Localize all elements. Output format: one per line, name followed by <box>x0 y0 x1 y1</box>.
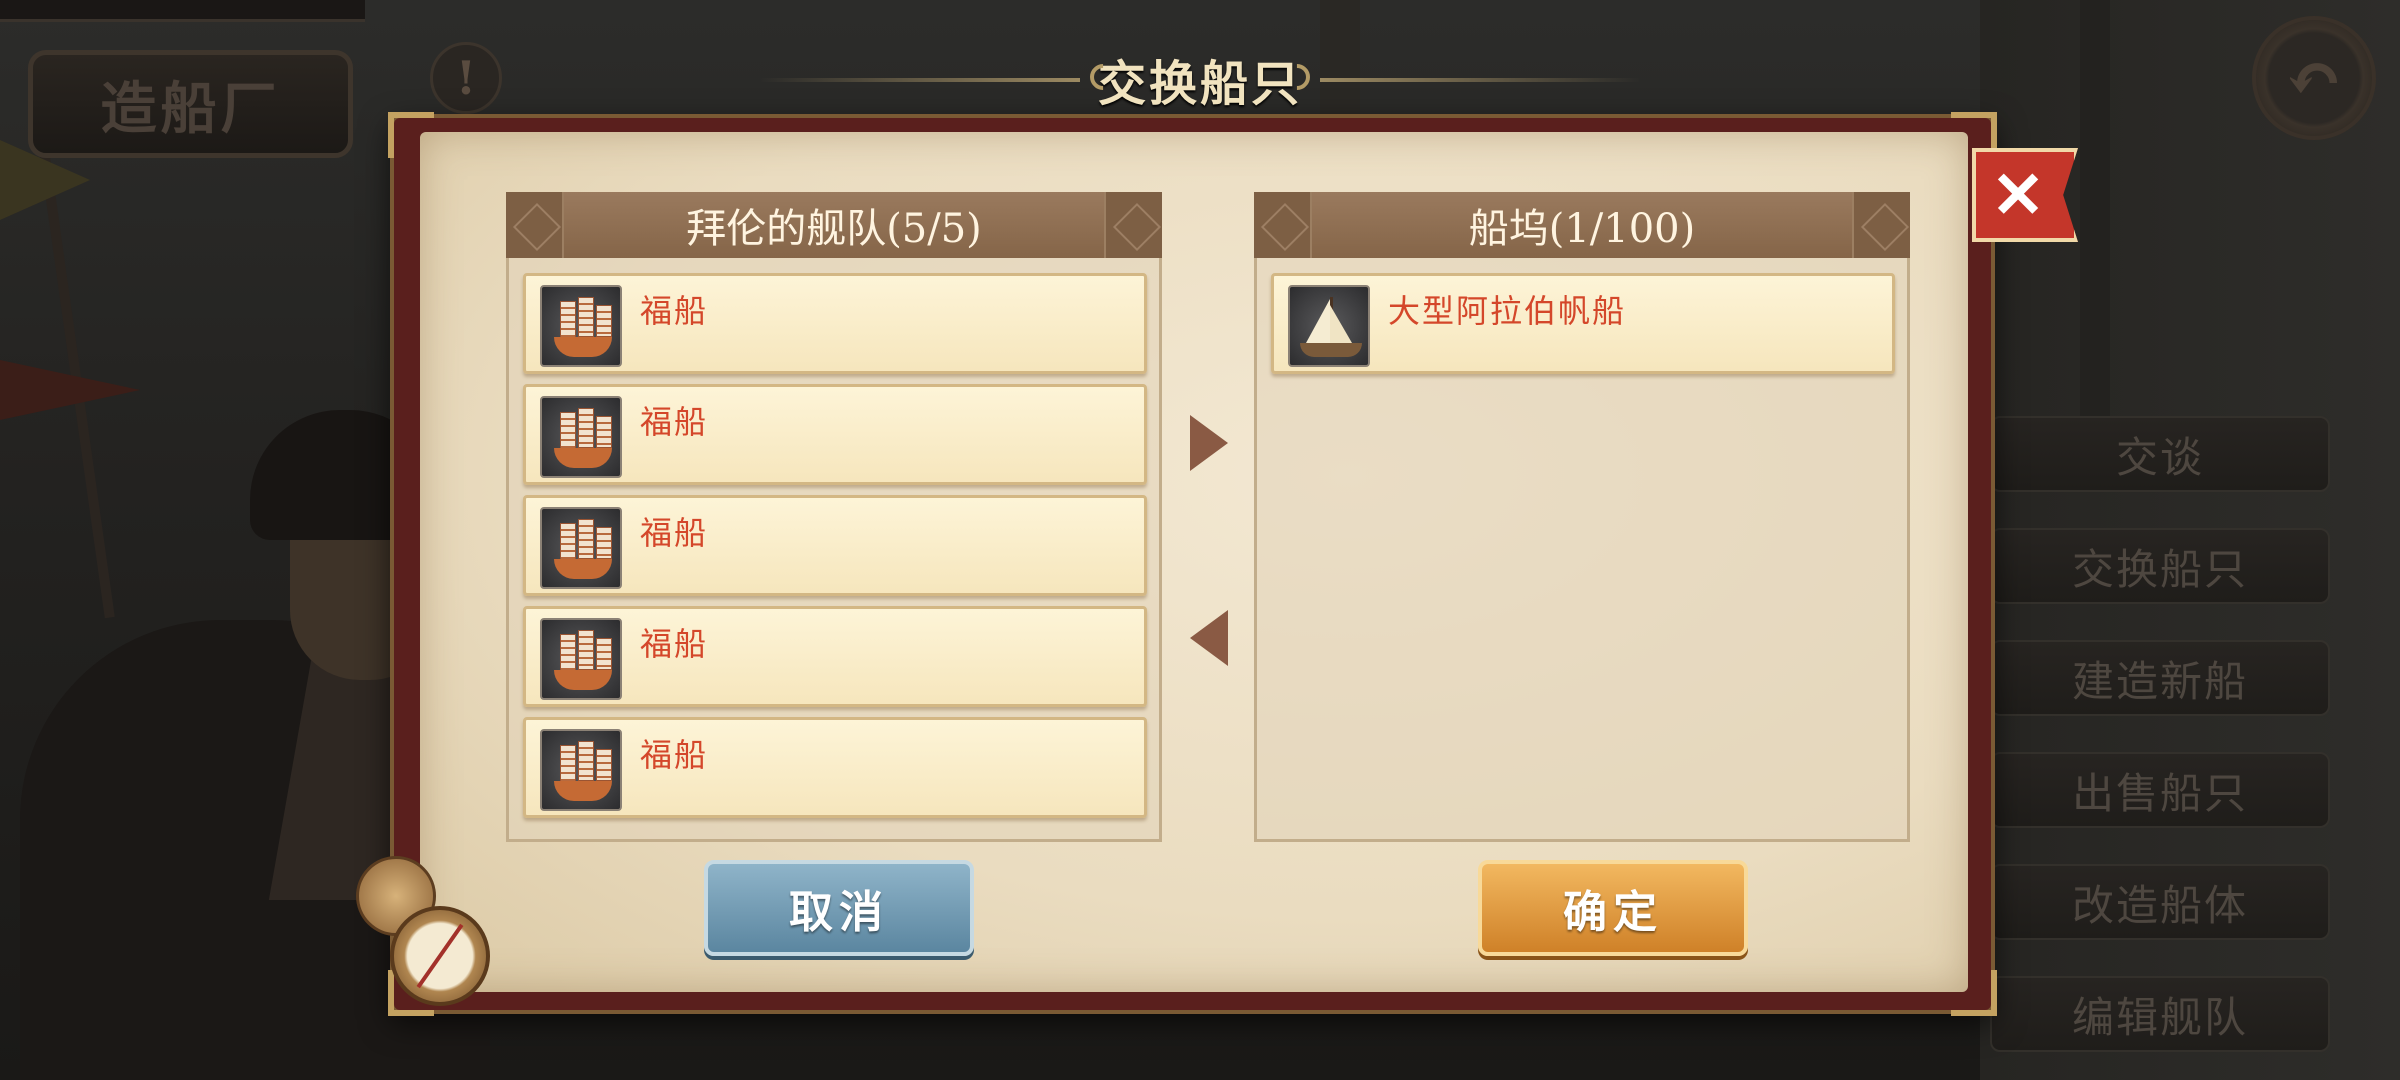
menu-refit-hull-button[interactable]: 改造船体 <box>1990 864 2330 940</box>
ship-name: 大型阿拉伯帆船 <box>1388 292 1627 330</box>
fleet-panel: 拜伦的舰队(5/5) 福船 福船 福船 福船 福船 <box>506 192 1162 842</box>
junk-ship-icon <box>540 285 622 367</box>
header-ornament <box>506 192 564 258</box>
fleet-panel-header: 拜伦的舰队(5/5) <box>506 192 1162 258</box>
cancel-button[interactable]: 取消 <box>704 860 974 956</box>
move-to-dock-arrow-icon[interactable] <box>1190 415 1228 471</box>
menu-talk-button[interactable]: 交谈 <box>1990 416 2330 492</box>
fleet-ship-row[interactable]: 福船 <box>523 273 1147 374</box>
dock-panel-title: 船坞(1/100) <box>1468 206 1696 252</box>
dock-panel: 船坞(1/100) 大型阿拉伯帆船 <box>1254 192 1910 842</box>
ship-name: 福船 <box>640 514 709 552</box>
menu-build-ship-button[interactable]: 建造新船 <box>1990 640 2330 716</box>
dock-ship-row[interactable]: 大型阿拉伯帆船 <box>1271 273 1895 374</box>
dialog-title-bar: 交换船只 <box>760 44 1640 114</box>
ship-name: 福船 <box>640 736 709 774</box>
ship-name: 福船 <box>640 292 709 330</box>
junk-ship-icon <box>540 729 622 811</box>
confirm-button[interactable]: 确定 <box>1478 860 1748 956</box>
menu-edit-fleet-button[interactable]: 编辑舰队 <box>1990 976 2330 1052</box>
menu-exchange-ships-button[interactable]: 交换船只 <box>1990 528 2330 604</box>
ship-name: 福船 <box>640 625 709 663</box>
title-ornament <box>1320 78 1640 82</box>
fleet-ship-row[interactable]: 福船 <box>523 495 1147 596</box>
header-ornament <box>1852 192 1910 258</box>
fleet-panel-title: 拜伦的舰队(5/5) <box>686 206 982 252</box>
alert-icon[interactable]: ! <box>430 42 502 114</box>
dock-panel-header: 船坞(1/100) <box>1254 192 1910 258</box>
dhow-ship-icon <box>1288 285 1370 367</box>
compass-icon <box>356 856 506 1006</box>
sign-hanger <box>0 0 365 22</box>
ship-name: 福船 <box>640 403 709 441</box>
fleet-ship-row[interactable]: 福船 <box>523 717 1147 818</box>
menu-sell-ship-button[interactable]: 出售船只 <box>1990 752 2330 828</box>
shipyard-sign: 造船厂 <box>28 50 353 158</box>
background-beam <box>2080 0 2110 420</box>
header-ornament <box>1254 192 1312 258</box>
fleet-ship-row[interactable]: 福船 <box>523 606 1147 707</box>
dialog-title: 交换船只 <box>1097 56 1302 112</box>
header-ornament <box>1104 192 1162 258</box>
junk-ship-icon <box>540 618 622 700</box>
move-to-fleet-arrow-icon[interactable] <box>1190 610 1228 666</box>
background-flag <box>0 360 140 420</box>
junk-ship-icon <box>540 507 622 589</box>
fleet-ship-row[interactable]: 福船 <box>523 384 1147 485</box>
junk-ship-icon <box>540 396 622 478</box>
close-button[interactable]: ✕ <box>1972 148 2078 242</box>
title-ornament <box>760 78 1080 82</box>
back-arrow-icon[interactable]: ↶ <box>2252 16 2376 140</box>
